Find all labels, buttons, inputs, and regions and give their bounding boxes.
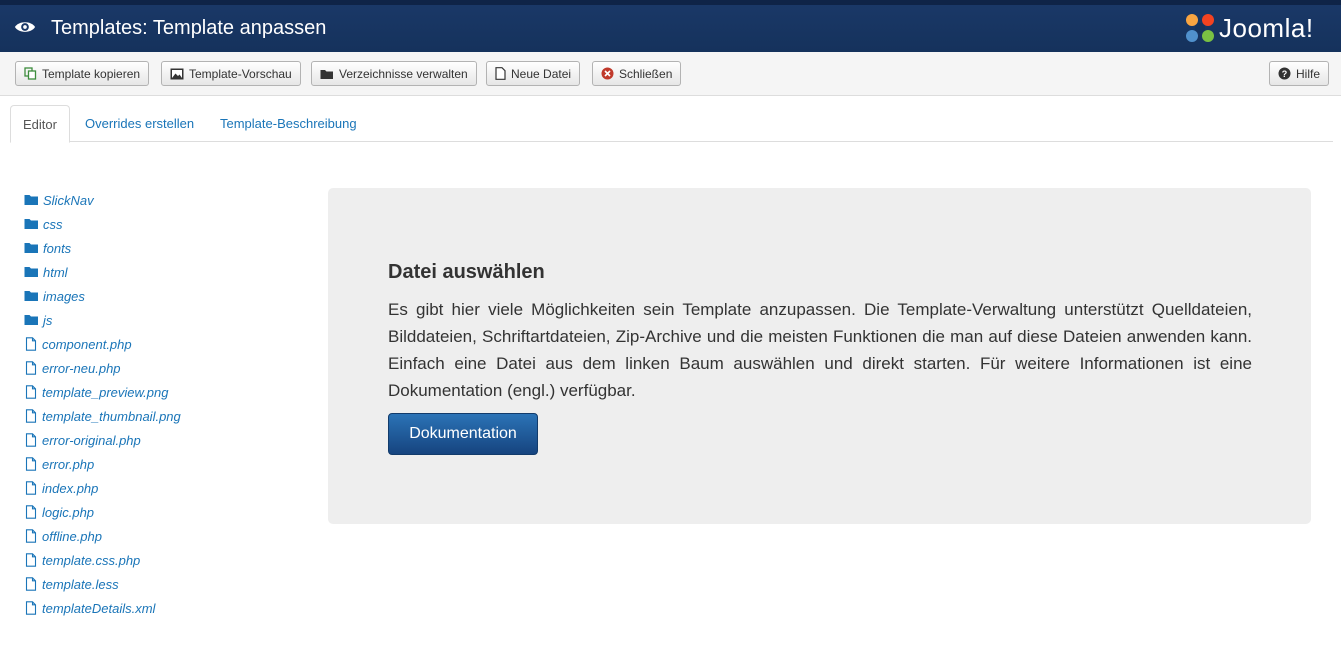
tree-folder-label: fonts — [43, 240, 72, 256]
joomla-logo-icon — [1186, 14, 1214, 42]
toolbar: Template kopieren Template-Vorschau Verz… — [0, 52, 1341, 96]
folder-icon — [24, 267, 38, 277]
tree-file-label: template.css.php — [42, 552, 141, 568]
tree-folder-label: SlickNav — [43, 192, 94, 208]
new-file-button[interactable]: Neue Datei — [486, 61, 581, 86]
tree-file[interactable]: logic.php — [24, 500, 284, 524]
tree-file-label: template.less — [42, 576, 119, 592]
copy-icon — [24, 67, 37, 80]
select-file-panel: Datei auswählen Es gibt hier viele Mögli… — [328, 188, 1311, 524]
tree-folder-label: images — [43, 288, 85, 304]
tree-file[interactable]: template_thumbnail.png — [24, 404, 284, 428]
tree-folder[interactable]: SlickNav — [24, 188, 284, 212]
tree-file-label: template_preview.png — [42, 384, 169, 400]
folder-icon — [24, 195, 38, 205]
folder-icon — [24, 315, 38, 325]
tree-file-label: logic.php — [42, 504, 95, 520]
svg-text:?: ? — [1282, 69, 1288, 79]
tree-folder-label: css — [43, 216, 63, 232]
eye-icon — [14, 22, 36, 32]
manage-folders-label: Verzeichnisse verwalten — [339, 66, 468, 81]
file-icon — [25, 409, 37, 423]
question-circle-icon: ? — [1278, 67, 1291, 80]
panel-description: Es gibt hier viele Möglichkeiten sein Te… — [388, 300, 1252, 400]
tree-file[interactable]: component.php — [24, 332, 284, 356]
template-preview-label: Template-Vorschau — [189, 66, 292, 81]
file-icon — [25, 385, 37, 399]
tree-folder[interactable]: images — [24, 284, 284, 308]
tree-file-label: template_thumbnail.png — [42, 408, 181, 424]
copy-template-button[interactable]: Template kopieren — [15, 61, 150, 86]
tab-bar: Editor Overrides erstellen Template-Besc… — [10, 105, 1333, 143]
tree-file[interactable]: error-original.php — [24, 428, 284, 452]
tree-folder[interactable]: fonts — [24, 236, 284, 260]
close-circle-icon — [601, 67, 614, 80]
new-file-label: Neue Datei — [511, 66, 572, 81]
manage-folders-button[interactable]: Verzeichnisse verwalten — [311, 61, 477, 86]
file-icon — [25, 457, 37, 471]
tab-overrides[interactable]: Overrides erstellen — [73, 105, 206, 142]
tree-file[interactable]: error.php — [24, 452, 284, 476]
file-icon — [495, 67, 506, 80]
close-label: Schließen — [619, 66, 673, 81]
tree-folder-label: html — [43, 264, 68, 280]
template-preview-button[interactable]: Template-Vorschau — [161, 61, 301, 86]
file-icon — [25, 361, 37, 375]
folder-icon — [24, 243, 38, 253]
tree-folder-label: js — [43, 312, 53, 328]
joomla-logo[interactable]: Joomla! — [1183, 11, 1333, 47]
close-button[interactable]: Schließen — [592, 61, 682, 86]
joomla-logo-text: Joomla! — [1219, 13, 1314, 43]
tree-file[interactable]: template_preview.png — [24, 380, 284, 404]
folder-icon — [24, 219, 38, 229]
copy-template-label: Template kopieren — [42, 66, 141, 81]
tree-file[interactable]: template.less — [24, 572, 284, 596]
file-icon — [25, 553, 37, 567]
tree-file[interactable]: offline.php — [24, 524, 284, 548]
tree-file-label: templateDetails.xml — [42, 600, 156, 616]
tree-file-label: offline.php — [42, 528, 102, 544]
file-icon — [25, 337, 37, 351]
file-icon — [25, 433, 37, 447]
file-icon — [25, 505, 37, 519]
picture-icon — [170, 68, 184, 79]
help-button[interactable]: ? Hilfe — [1269, 61, 1330, 86]
tree-folder[interactable]: html — [24, 260, 284, 284]
tab-template-description[interactable]: Template-Beschreibung — [208, 105, 369, 142]
tree-file-label: error.php — [42, 456, 95, 472]
header-bar: Templates: Template anpassen Joomla! — [0, 0, 1341, 52]
tab-editor[interactable]: Editor — [10, 105, 70, 143]
tree-folder[interactable]: js — [24, 308, 284, 332]
tree-file-label: error-neu.php — [42, 360, 121, 376]
tree-file[interactable]: error-neu.php — [24, 356, 284, 380]
file-icon — [25, 577, 37, 591]
panel-title: Datei auswählen — [388, 261, 545, 283]
file-icon — [25, 481, 37, 495]
file-tree: SlickNav css fonts html images js component.ph… — [24, 188, 284, 620]
help-label: Hilfe — [1296, 66, 1321, 81]
tree-file[interactable]: template.css.php — [24, 548, 284, 572]
tree-file-label: component.php — [42, 336, 132, 352]
tree-folder[interactable]: css — [24, 212, 284, 236]
file-icon — [25, 529, 37, 543]
file-icon — [25, 601, 37, 615]
documentation-button[interactable]: Dokumentation — [388, 413, 538, 455]
tree-file[interactable]: templateDetails.xml — [24, 596, 284, 620]
folder-open-icon — [320, 69, 333, 79]
tree-file-label: error-original.php — [42, 432, 141, 448]
tree-file[interactable]: index.php — [24, 476, 284, 500]
folder-icon — [24, 291, 38, 301]
page-title: Templates: Template anpassen — [51, 17, 327, 39]
tree-file-label: index.php — [42, 480, 99, 496]
